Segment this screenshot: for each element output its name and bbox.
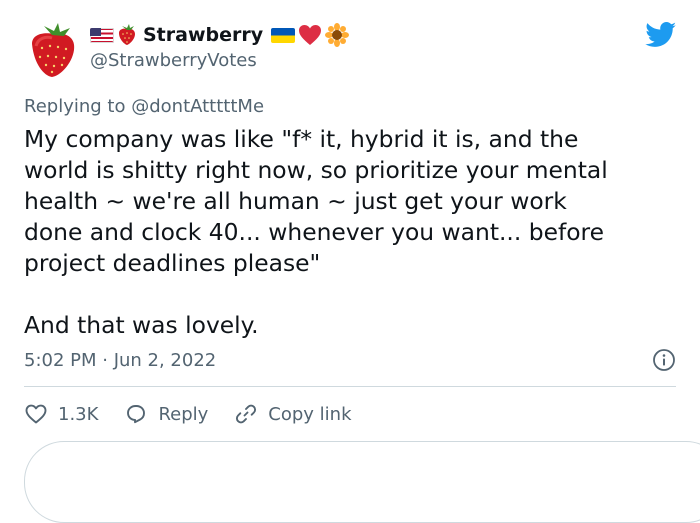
reply-label: Reply (158, 403, 209, 425)
user-handle[interactable]: @StrawberryVotes (90, 50, 257, 71)
sunflower-icon (325, 23, 350, 47)
tweet-timestamp[interactable]: 5:02 PM · Jun 2, 2022 (24, 350, 216, 371)
reply-composer[interactable] (24, 441, 700, 523)
link-icon (236, 404, 257, 424)
tweet-text: My company was like "f* it, hybrid it is… (24, 125, 608, 339)
name-row: Strawberry (90, 22, 350, 48)
display-name[interactable]: Strawberry (143, 24, 263, 46)
tweet-card: Strawberry @StrawberryVotes Replying to … (0, 0, 700, 523)
ukraine-flag-icon (271, 27, 296, 43)
copy-link-button[interactable]: Copy link (234, 402, 352, 426)
strawberry-icon (119, 24, 135, 45)
strawberry-avatar-icon (22, 20, 84, 82)
heart-icon (25, 404, 47, 424)
reply-bubble-icon (127, 405, 146, 424)
replying-to: Replying to @dontAtttttMe (24, 96, 264, 117)
reply-mention-link[interactable]: @dontAtttttMe (131, 96, 264, 117)
action-bar: 1.3K Reply Copy link (24, 398, 378, 430)
reply-button[interactable]: Reply (124, 402, 208, 426)
like-button[interactable]: 1.3K (24, 402, 98, 426)
tweet-meta: 5:02 PM · Jun 2, 2022 (24, 346, 676, 374)
avatar[interactable] (22, 20, 84, 82)
us-flag-icon (90, 27, 114, 43)
info-icon[interactable] (652, 348, 676, 372)
divider (24, 386, 676, 387)
copy-link-label: Copy link (268, 403, 352, 425)
red-heart-icon (299, 25, 322, 45)
replying-to-prefix: Replying to (24, 96, 126, 117)
twitter-bird-icon[interactable] (645, 22, 677, 48)
like-count: 1.3K (58, 403, 99, 425)
